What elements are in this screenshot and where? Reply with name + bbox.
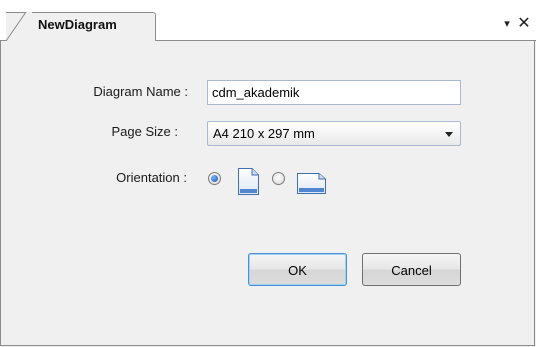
- tab-strip: NewDiagram ▾ ✕: [0, 0, 536, 41]
- tab-slant-edge: [6, 12, 32, 41]
- diagram-name-label: Diagram Name :: [93, 84, 188, 99]
- cancel-button[interactable]: Cancel: [362, 253, 461, 286]
- orientation-landscape-radio[interactable]: [272, 172, 285, 185]
- tab-dropdown-icon[interactable]: ▾: [500, 17, 514, 31]
- page-size-select[interactable]: A4 210 x 297 mm: [207, 121, 461, 146]
- new-diagram-panel: NewDiagram ▾ ✕ Diagram Name : Page Size …: [0, 0, 536, 347]
- orientation-label: Orientation :: [116, 170, 187, 185]
- page-size-value: A4 210 x 297 mm: [213, 126, 315, 141]
- chevron-down-icon: [445, 132, 453, 137]
- ok-button[interactable]: OK: [248, 253, 347, 286]
- page-size-label: Page Size :: [111, 124, 179, 139]
- tab-title: NewDiagram: [38, 17, 117, 32]
- diagram-name-input[interactable]: [207, 80, 461, 105]
- orientation-portrait-radio[interactable]: [208, 172, 221, 185]
- close-icon[interactable]: ✕: [516, 16, 532, 32]
- landscape-page-icon[interactable]: [296, 172, 327, 195]
- radio-selected-dot: [211, 175, 218, 182]
- portrait-page-icon[interactable]: [237, 167, 260, 196]
